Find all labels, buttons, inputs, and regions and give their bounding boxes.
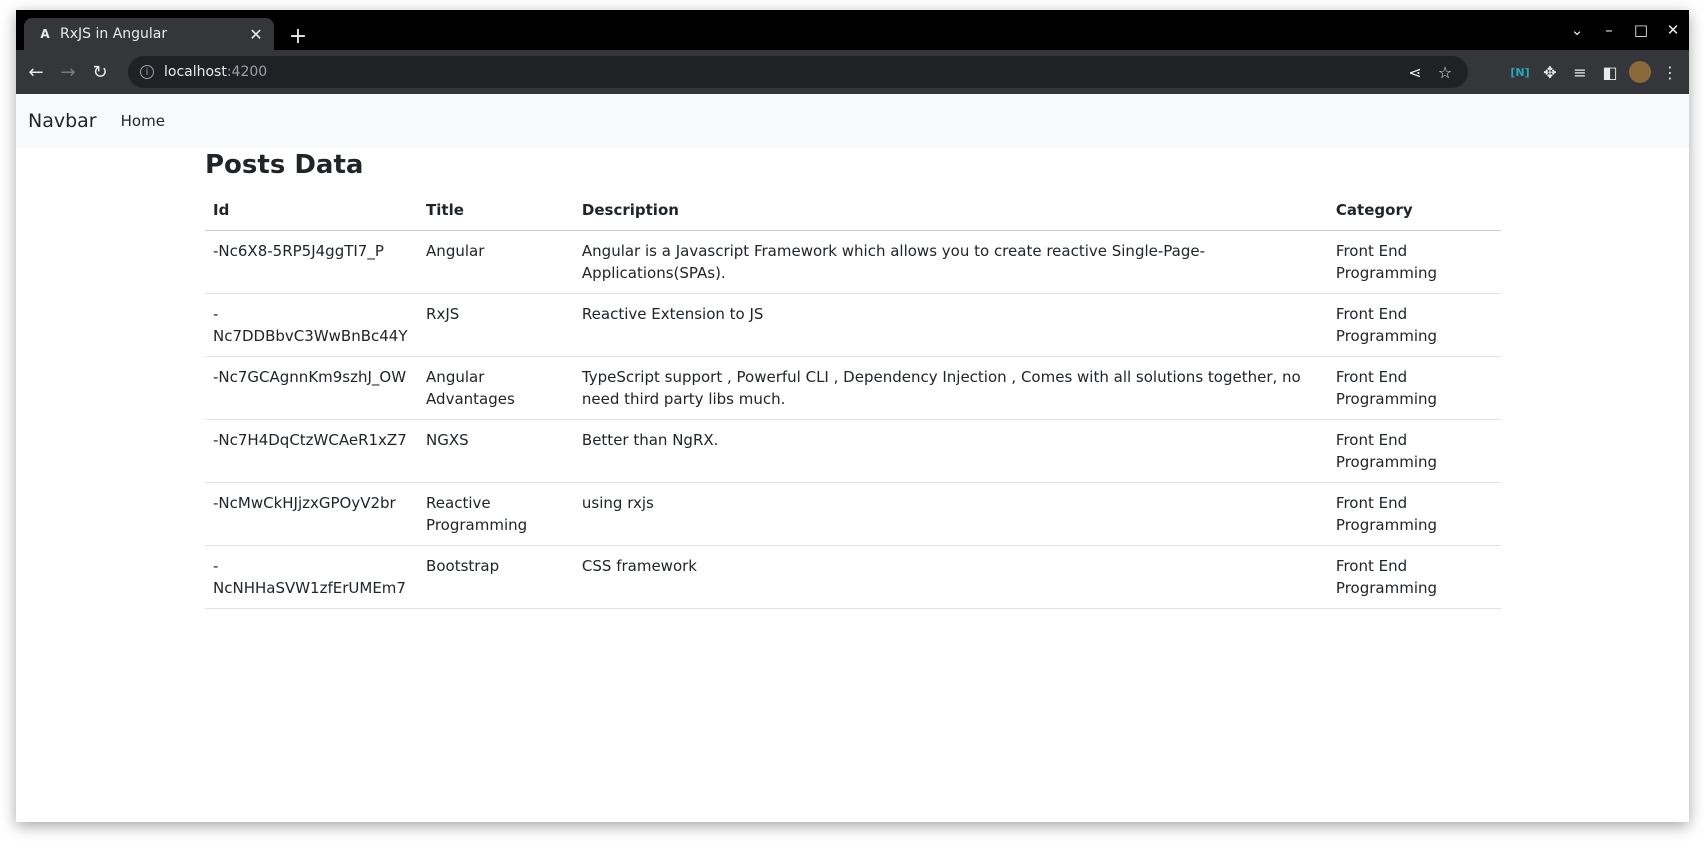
share-icon[interactable]: ⋖ (1400, 57, 1430, 87)
table-row: -Nc6X8-5RP5J4ggTI7_P Angular Angular is … (205, 230, 1501, 294)
cell-description: TypeScript support , Powerful CLI , Depe… (573, 356, 1328, 420)
header-description: Description (573, 190, 1328, 231)
close-tab-icon[interactable]: ✕ (246, 24, 266, 44)
cell-id: -Nc6X8-5RP5J4ggTI7_P (205, 230, 419, 294)
address-bar-actions: ⋖ ☆ (1400, 56, 1460, 88)
url-host: localhost (164, 64, 227, 80)
nav-link-home[interactable]: Home (121, 112, 165, 130)
cell-title: NGXS (418, 419, 574, 483)
browser-tab[interactable]: A RxJS in Angular ✕ (24, 18, 274, 50)
web-page: Navbar Home Posts Data Id Title Descript… (16, 94, 1689, 822)
cell-id: -NcNHHaSVW1zfErUMEm7 (205, 545, 419, 609)
navbar-brand[interactable]: Navbar (28, 110, 97, 132)
cell-id: -Nc7H4DqCtzWCAeR1xZ7 (205, 419, 419, 483)
cell-description: using rxjs (573, 482, 1328, 546)
forward-arrow-icon[interactable]: → (52, 56, 84, 88)
cell-id: -Nc7GCAgnnKm9szhJ_OW (205, 356, 419, 420)
page-title: Posts Data (205, 150, 364, 180)
cell-title: Bootstrap (418, 545, 574, 609)
cell-category: Front End Programming (1327, 545, 1501, 609)
cell-description: CSS framework (573, 545, 1328, 609)
header-title: Title (418, 190, 574, 231)
address-bar[interactable]: i localhost:4200 ⋖ ☆ (128, 56, 1468, 88)
cell-description: Reactive Extension to JS (573, 293, 1328, 357)
table-row: -Nc7GCAgnnKm9szhJ_OW Angular Advantages … (205, 356, 1501, 420)
tab-search-chevron-icon[interactable]: ⌄ (1561, 14, 1593, 46)
cell-category: Front End Programming (1327, 230, 1501, 294)
table-row: -Nc7DDBbvC3WwBnBc44Y RxJS Reactive Exten… (205, 293, 1501, 357)
cell-description: Angular is a Javascript Framework which … (573, 230, 1328, 294)
table-row: -NcMwCkHJjzxGPOyV2br Reactive Programmin… (205, 482, 1501, 546)
angular-favicon-icon: A (40, 27, 50, 41)
cell-category: Front End Programming (1327, 419, 1501, 483)
cell-category: Front End Programming (1327, 482, 1501, 546)
table-row: -NcNHHaSVW1zfErUMEm7 Bootstrap CSS frame… (205, 545, 1501, 609)
maximize-icon[interactable]: □ (1625, 14, 1657, 46)
cell-title: Reactive Programming (418, 482, 574, 546)
cell-title: Angular (418, 230, 574, 294)
browser-toolbar: ← → ↻ i localhost:4200 ⋖ ☆ [N] ✥ ≡ ◧ ⋮ (16, 50, 1689, 94)
cell-category: Front End Programming (1327, 356, 1501, 420)
cell-title: RxJS (418, 293, 574, 357)
back-arrow-icon[interactable]: ← (20, 56, 52, 88)
close-window-icon[interactable]: ✕ (1657, 14, 1689, 46)
bookmark-star-icon[interactable]: ☆ (1430, 57, 1460, 87)
side-panel-icon[interactable]: ◧ (1595, 57, 1625, 87)
extension-area: [N] ✥ ≡ ◧ ⋮ (1505, 56, 1685, 88)
header-category: Category (1327, 190, 1501, 231)
cell-category: Front End Programming (1327, 293, 1501, 357)
reload-icon[interactable]: ↻ (84, 56, 116, 88)
cell-id: -Nc7DDBbvC3WwBnBc44Y (205, 293, 419, 357)
cell-title: Angular Advantages (418, 356, 574, 420)
header-id: Id (205, 190, 419, 231)
browser-window: A RxJS in Angular ✕ + ⌄ – □ ✕ ← → ↻ i lo… (16, 10, 1689, 822)
table-row: -Nc7H4DqCtzWCAeR1xZ7 NGXS Better than Ng… (205, 419, 1501, 483)
menu-kebab-icon[interactable]: ⋮ (1655, 57, 1685, 87)
new-tab-icon[interactable]: + (284, 22, 312, 50)
tab-title: RxJS in Angular (60, 26, 168, 42)
reading-list-icon[interactable]: ≡ (1565, 57, 1595, 87)
content-container: Posts Data Id Title Description Category… (205, 146, 1501, 609)
url-port: :4200 (226, 64, 268, 80)
extension-n-icon[interactable]: [N] (1505, 57, 1535, 87)
tab-strip: A RxJS in Angular ✕ + ⌄ – □ ✕ (16, 10, 1689, 50)
profile-avatar[interactable] (1629, 61, 1651, 83)
window-controls: ⌄ – □ ✕ (1561, 10, 1689, 50)
cell-id: -NcMwCkHJjzxGPOyV2br (205, 482, 419, 546)
navbar: Navbar Home (16, 94, 1689, 148)
cell-description: Better than NgRX. (573, 419, 1328, 483)
posts-table: Id Title Description Category -Nc6X8-5RP… (205, 190, 1501, 609)
site-info-icon[interactable]: i (140, 65, 154, 79)
minimize-icon[interactable]: – (1593, 14, 1625, 46)
extensions-puzzle-icon[interactable]: ✥ (1535, 57, 1565, 87)
table-header-row: Id Title Description Category (205, 190, 1501, 231)
